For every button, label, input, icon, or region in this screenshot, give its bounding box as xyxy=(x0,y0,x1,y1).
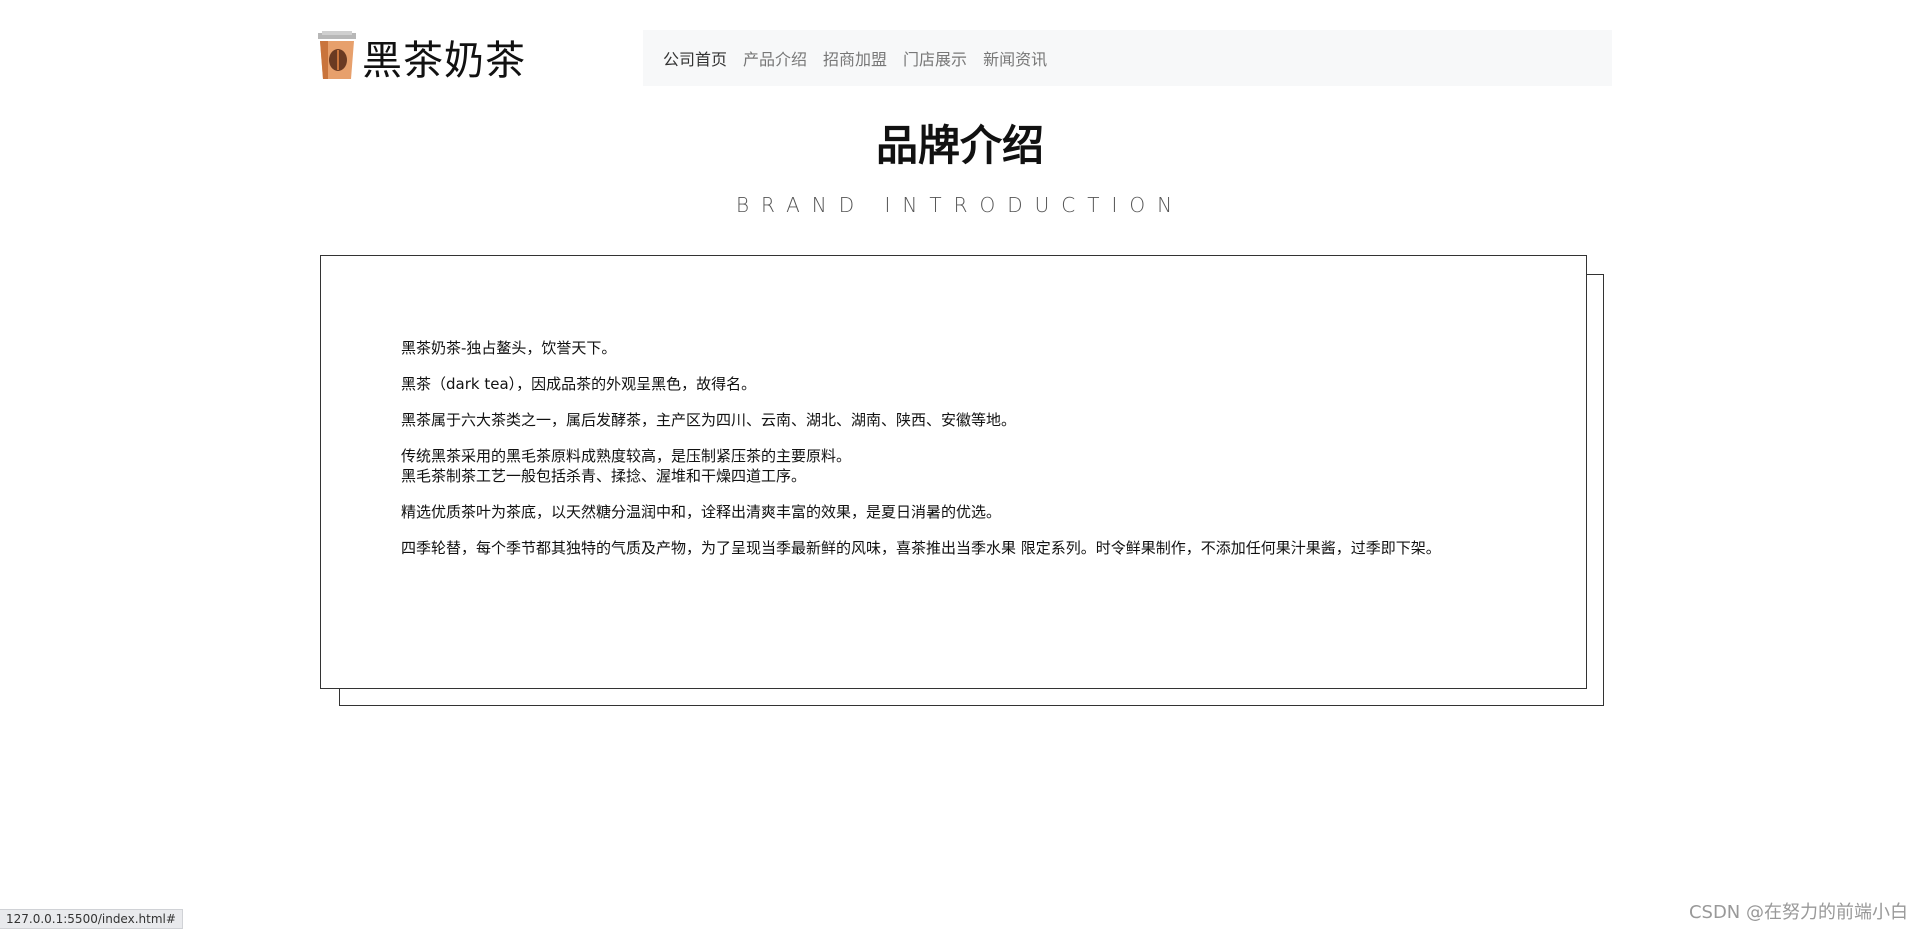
intro-paragraph: 精选优质茶叶为茶底，以天然糖分温润中和，诠释出清爽丰富的效果，是夏日消暑的优选。 xyxy=(401,503,1002,521)
brand-name: 黑茶奶茶 xyxy=(362,38,526,84)
nav-item-products[interactable]: 产品介绍 xyxy=(743,46,807,70)
intro-text: 黑茶奶茶-独占鳌头，饮誉天下。 黑茶（dark tea），因成品茶的外观呈黑色，… xyxy=(401,338,1546,574)
section-subtitle: BRAND INTRODUCTION xyxy=(735,193,1185,217)
milk-tea-cup-icon xyxy=(318,31,356,79)
brand-logo[interactable]: 黑茶奶茶 xyxy=(316,28,526,86)
intro-paragraph: 黑茶奶茶-独占鳌头，饮誉天下。 xyxy=(401,339,617,357)
intro-paragraph: 四季轮替，每个季节都其独特的气质及产物，为了呈现当季最新鲜的风味，喜茶推出当季水… xyxy=(401,539,1441,557)
nav-item-home[interactable]: 公司首页 xyxy=(663,46,727,70)
nav-item-franchise[interactable]: 招商加盟 xyxy=(823,46,887,70)
watermark: CSDN @在努力的前端小白 xyxy=(1688,902,1908,923)
nav-item-stores[interactable]: 门店展示 xyxy=(903,46,967,70)
page: 黑茶奶茶 公司首页 产品介绍 招商加盟 门店展示 新闻资讯 品牌介绍 BRAND… xyxy=(0,0,1920,929)
intro-paragraph: 传统黑茶采用的黑毛茶原料成熟度较高，是压制紧压茶的主要原料。 黑毛茶制茶工艺一般… xyxy=(401,447,852,485)
intro-paragraph: 黑茶属于六大茶类之一，属后发酵茶，主产区为四川、云南、湖北、湖南、陕西、安徽等地… xyxy=(401,411,1017,429)
section-title: 品牌介绍 xyxy=(875,121,1044,170)
status-bar-url: 127.0.0.1:5500/index.html# xyxy=(0,909,183,929)
nav-item-news[interactable]: 新闻资讯 xyxy=(983,46,1047,70)
top-nav: 公司首页 产品介绍 招商加盟 门店展示 新闻资讯 xyxy=(643,30,1612,86)
intro-card: 黑茶奶茶-独占鳌头，饮誉天下。 黑茶（dark tea），因成品茶的外观呈黑色，… xyxy=(320,255,1587,689)
intro-paragraph: 黑茶（dark tea），因成品茶的外观呈黑色，故得名。 xyxy=(401,375,757,393)
